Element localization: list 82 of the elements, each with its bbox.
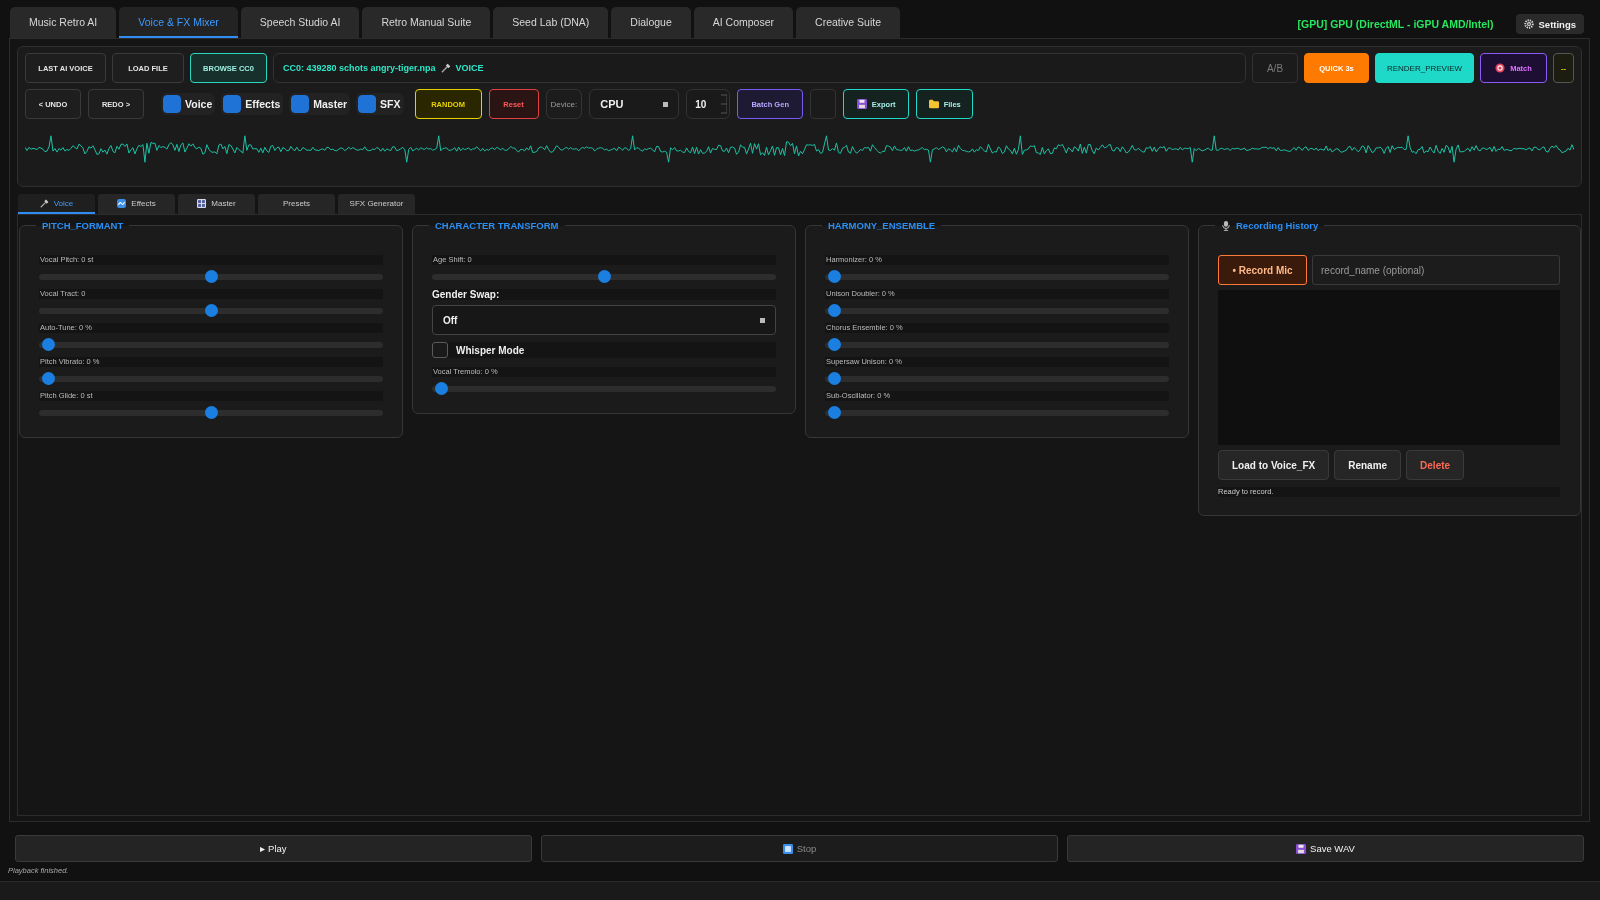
checkbox-label: Effects <box>245 98 281 110</box>
slider-track[interactable] <box>432 273 776 280</box>
transport-button[interactable]: ▸ Play <box>15 835 532 862</box>
slider-thumb[interactable] <box>597 270 611 283</box>
checkbox-label: SFX <box>380 98 401 110</box>
grid-icon <box>197 198 207 208</box>
history-button[interactable]: Delete <box>1406 450 1465 480</box>
section-tab[interactable]: Presets <box>258 194 335 214</box>
section-tab[interactable]: Effects <box>98 194 175 214</box>
app-tab[interactable]: Creative Suite <box>796 7 900 38</box>
section-tab[interactable]: SFX Generator <box>338 194 415 214</box>
slider-track[interactable] <box>39 409 383 416</box>
source-file-name: CC0: 439280 schots angry-tiger.npa <box>283 63 436 73</box>
folder-icon <box>928 99 939 109</box>
wave-tile-icon <box>117 198 127 208</box>
history-button[interactable]: Load to Voice_FX <box>1218 450 1330 480</box>
slider-thumb[interactable] <box>204 304 218 317</box>
checkbox[interactable] <box>291 95 310 113</box>
slider-track[interactable] <box>39 273 383 280</box>
slider-thumb[interactable] <box>42 372 55 385</box>
slider-thumb[interactable] <box>42 338 55 351</box>
slider-thumb[interactable] <box>435 382 448 395</box>
stop-icon <box>782 843 793 854</box>
checkbox-label: Master <box>313 98 348 110</box>
history-button[interactable]: Rename <box>1334 450 1402 480</box>
slider-thumb[interactable] <box>828 338 841 351</box>
settings-button[interactable]: Settings <box>1515 14 1584 34</box>
app-tab[interactable]: Retro Manual Suite <box>362 7 491 38</box>
dropdown-label: Gender Swap: <box>432 289 776 300</box>
panel-title: Recording History <box>1236 220 1319 231</box>
app-tab[interactable]: Speech Studio AI <box>240 7 360 38</box>
checkbox[interactable] <box>163 95 181 113</box>
ring-icon <box>1495 63 1506 73</box>
checkbox-label: Whisper Mode <box>456 344 525 356</box>
toolbar-button[interactable]: A/B <box>1252 53 1298 83</box>
slider-track[interactable] <box>825 375 1169 382</box>
slider-track[interactable] <box>825 409 1169 416</box>
slider-thumb[interactable] <box>828 304 841 317</box>
stepper-icon <box>721 94 728 114</box>
panel-title: CHARACTER TRANSFORM <box>435 220 559 231</box>
checkbox[interactable] <box>358 95 377 113</box>
name-input-field[interactable]: record_name (optional) <box>1312 255 1560 285</box>
checkbox-label: Voice <box>185 98 213 110</box>
batch-count-field[interactable]: 10 <box>686 89 731 119</box>
panel-title: HARMONY_ENSEMBLE <box>828 220 936 231</box>
checkbox[interactable] <box>223 95 242 113</box>
app-tab[interactable]: Dialogue <box>611 7 691 38</box>
app-tab[interactable]: AI Composer <box>693 7 794 38</box>
slider-thumb[interactable] <box>204 406 218 419</box>
slider-thumb[interactable] <box>828 270 841 283</box>
slider-track[interactable] <box>39 375 383 382</box>
section-tab[interactable]: Voice <box>18 194 95 214</box>
microphone-icon <box>1221 220 1231 231</box>
slider-thumb[interactable] <box>204 270 218 283</box>
square-marker-icon <box>663 101 669 107</box>
transport-button[interactable]: Save WAV <box>1067 835 1584 862</box>
gpu-status: [GPU] GPU (DirectML - iGPU AMD/Intel) <box>1297 18 1494 30</box>
slider-track[interactable] <box>825 307 1169 314</box>
app-tab[interactable]: Music Retro AI <box>10 7 117 38</box>
panel-title: PITCH_FORMANT <box>42 220 124 231</box>
settings-icon <box>1523 19 1534 29</box>
dropdown[interactable]: Off <box>432 305 776 335</box>
slider-thumb[interactable] <box>828 406 841 419</box>
slider-thumb[interactable] <box>828 372 841 385</box>
app-tab[interactable]: Seed Lab (DNA) <box>493 7 609 38</box>
toolbar-button[interactable]: RENDER_PREVIEW <box>1375 53 1474 83</box>
slider-track[interactable] <box>39 307 383 314</box>
app-tab[interactable]: Voice & FX Mixer <box>119 7 238 38</box>
square-marker-icon <box>760 317 765 323</box>
slider-track[interactable] <box>825 341 1169 348</box>
section-tab[interactable]: Master <box>178 194 255 214</box>
slider-track[interactable] <box>825 273 1169 280</box>
slider-track[interactable] <box>432 385 776 392</box>
source-file-field[interactable]: CC0: 439280 schots angry-tiger.npa VOICE <box>273 53 1246 83</box>
device-dropdown[interactable]: CPU <box>589 89 680 119</box>
source-target: VOICE <box>455 63 484 73</box>
device-label: Device: <box>545 89 583 119</box>
wand-icon <box>39 198 49 208</box>
slider-track[interactable] <box>39 341 383 348</box>
record-button[interactable]: • Record Mic <box>1218 255 1307 285</box>
wand-icon <box>440 63 451 73</box>
checkbox[interactable] <box>432 342 448 358</box>
